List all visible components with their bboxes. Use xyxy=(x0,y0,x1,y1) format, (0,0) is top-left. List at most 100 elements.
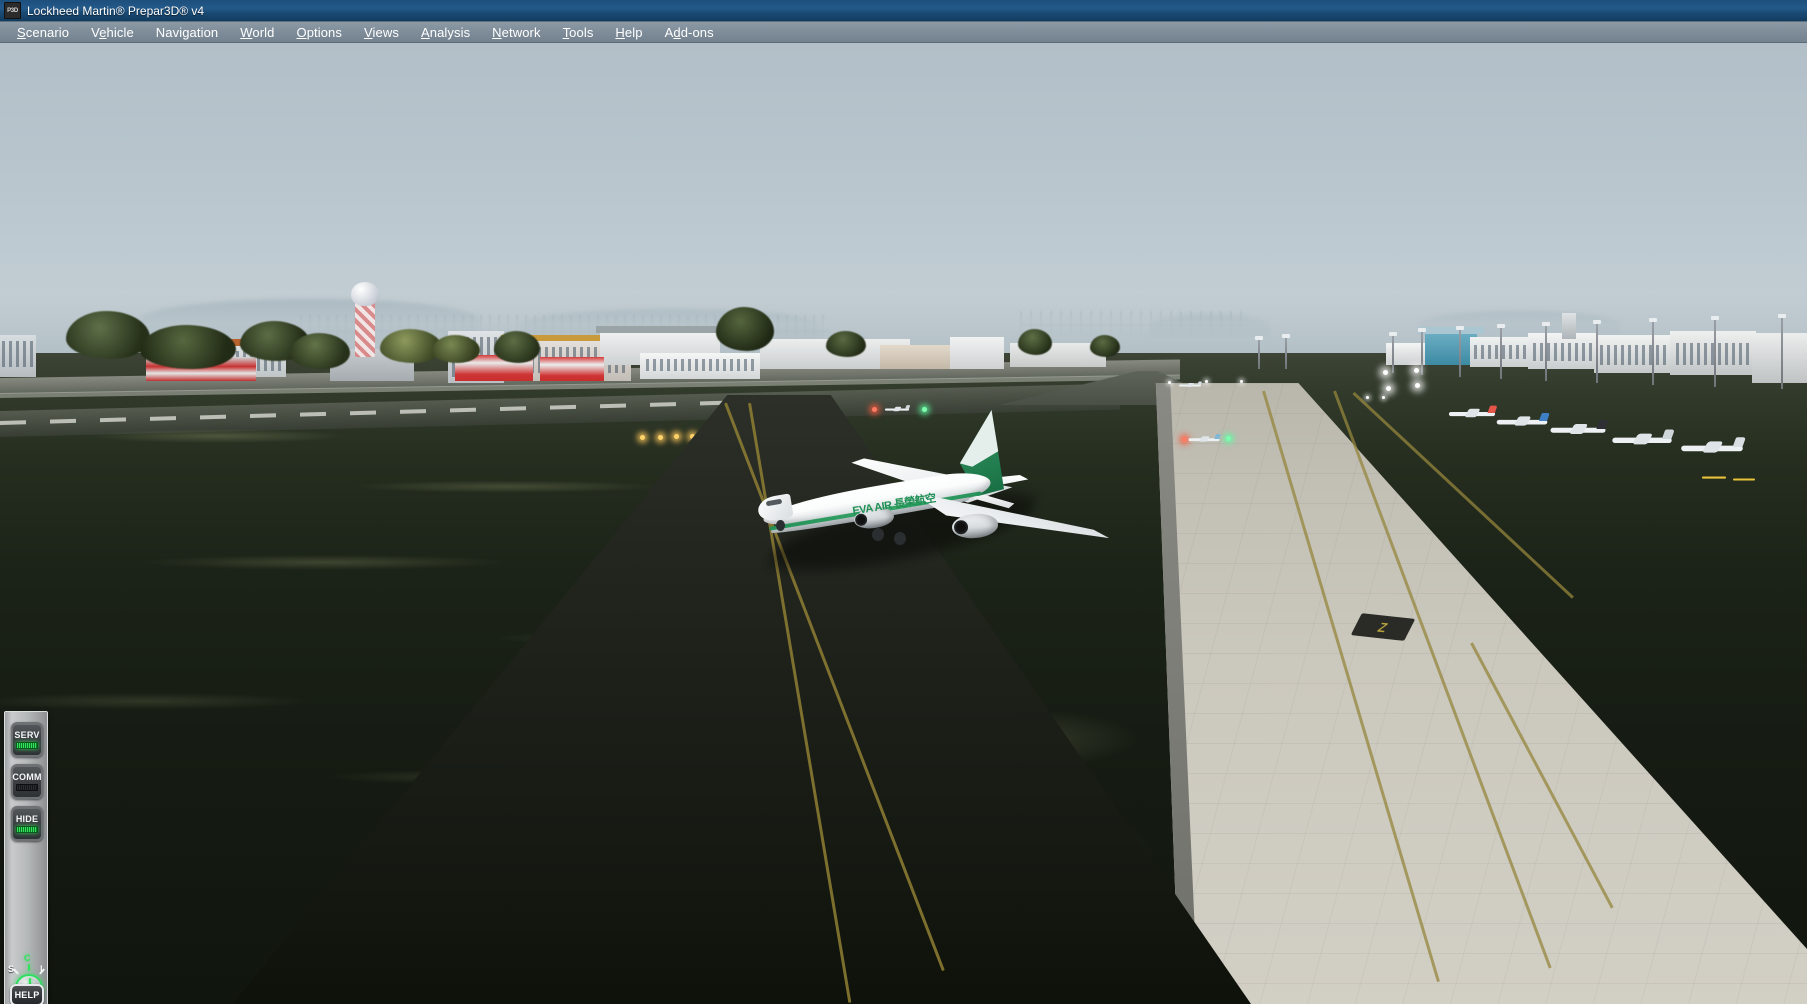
runway-light xyxy=(1205,380,1208,383)
apron-light-pole xyxy=(1456,326,1464,377)
window-title: Lockheed Martin® Prepar3D® v4 xyxy=(27,3,205,18)
runway-light xyxy=(1168,381,1171,384)
menu-item-navigation[interactable]: Navigation xyxy=(145,23,229,42)
building-windows xyxy=(1600,345,1668,365)
taxiway-light xyxy=(1366,396,1369,399)
apron-light-pole xyxy=(1255,336,1263,369)
prepar3d-window: P3D Lockheed Martin® Prepar3D® v4 Scenar… xyxy=(0,0,1807,1004)
help-button[interactable]: HELP xyxy=(10,984,44,1004)
taxiway-edge-light xyxy=(674,434,679,439)
comm-button-label: COMM xyxy=(12,771,42,782)
parked-aircraft xyxy=(1188,434,1221,442)
building-windows xyxy=(646,359,754,371)
apron-light-pole xyxy=(1282,334,1290,369)
tree xyxy=(140,325,236,369)
menu-item-scenario[interactable]: Scenario xyxy=(6,23,80,42)
simulator-viewport[interactable]: Z EVA AIR 長榮航空 SERV COMM HIDE S C HELP xyxy=(0,43,1807,1004)
parked-aircraft xyxy=(1550,420,1609,434)
city-building xyxy=(950,337,1004,369)
red-terminal-building xyxy=(540,357,604,381)
apron-floodlight xyxy=(1415,383,1420,388)
apron-floodlight xyxy=(1383,370,1388,375)
comm-button[interactable]: COMM xyxy=(11,764,43,799)
building-windows xyxy=(1533,343,1593,361)
menu-item-tools[interactable]: Tools xyxy=(552,23,605,42)
aircraft-beacon-light xyxy=(1182,437,1187,442)
serv-status-led xyxy=(16,741,38,749)
terminal-concourse xyxy=(1752,333,1807,383)
apron-light-pole xyxy=(1418,328,1426,375)
ground-vehicle xyxy=(1701,475,1727,479)
taxiway-light xyxy=(1382,396,1385,399)
building-windows xyxy=(2,341,34,367)
user-aircraft: EVA AIR 長榮航空 xyxy=(756,408,1070,586)
building-windows xyxy=(1676,343,1750,365)
runway-light xyxy=(1240,380,1243,383)
aircraft-wing xyxy=(1513,416,1531,426)
tree xyxy=(1090,335,1120,357)
control-tower xyxy=(1562,313,1576,339)
tree xyxy=(1018,329,1052,355)
tree xyxy=(716,307,774,351)
aircraft-main-gear xyxy=(872,528,884,541)
tree xyxy=(66,311,150,359)
aircraft-wing xyxy=(1568,424,1588,434)
menu-item-analysis[interactable]: Analysis xyxy=(410,23,481,42)
selector-label-c: C xyxy=(24,953,31,963)
hide-button[interactable]: HIDE xyxy=(11,806,43,841)
aircraft-wing xyxy=(1701,441,1723,453)
apron-light-pole xyxy=(1778,314,1786,389)
vehicle-body xyxy=(1701,476,1727,479)
vehicle-body xyxy=(1733,478,1755,481)
menu-item-views[interactable]: Views xyxy=(353,23,410,42)
apron-floodlight xyxy=(1414,368,1419,373)
aircraft-wing xyxy=(1631,433,1652,445)
menu-item-options[interactable]: Options xyxy=(285,23,353,42)
aircraft-wing xyxy=(1464,408,1480,418)
aircraft-nav-light xyxy=(1226,436,1231,441)
taxiway-edge-light xyxy=(640,435,645,440)
parked-aircraft xyxy=(1681,437,1746,453)
serv-button-label: SERV xyxy=(14,729,40,740)
hangar-roof xyxy=(596,326,724,333)
parked-aircraft xyxy=(1448,405,1498,418)
menu-item-add-ons[interactable]: Add-ons xyxy=(654,23,725,42)
app-icon: P3D xyxy=(4,2,21,19)
city-building xyxy=(880,345,950,369)
terminal-roof xyxy=(1418,327,1484,334)
apron-light-pole xyxy=(1497,324,1505,379)
aircraft-nose-gear xyxy=(776,520,785,531)
parked-aircraft xyxy=(1612,429,1675,445)
tree xyxy=(826,331,866,357)
apron-light-pole xyxy=(1593,320,1601,383)
apron-light-pole xyxy=(1389,332,1397,373)
gsx-control-panel[interactable]: SERV COMM HIDE S C I HELP ABOUT xyxy=(4,711,48,1004)
menu-bar: Scenario Vehicle Navigation World Options Vie… xyxy=(0,21,1807,43)
ground-vehicle xyxy=(1733,477,1755,481)
parked-aircraft xyxy=(1179,381,1203,387)
tree xyxy=(432,335,480,363)
menu-item-vehicle[interactable]: Vehicle xyxy=(80,23,145,42)
tree xyxy=(290,333,350,369)
aircraft-wing xyxy=(1198,436,1210,442)
menu-item-help[interactable]: Help xyxy=(604,23,653,42)
hide-button-label: HIDE xyxy=(15,813,39,824)
apron-light-pole xyxy=(1542,322,1550,381)
hide-status-led xyxy=(16,825,38,833)
menu-item-world[interactable]: World xyxy=(229,23,285,42)
serv-button[interactable]: SERV xyxy=(11,722,43,757)
selector-tick-c xyxy=(28,964,30,971)
tree xyxy=(494,331,540,363)
radar-dome xyxy=(351,282,379,306)
aircraft-wing xyxy=(1186,383,1194,387)
parked-aircraft xyxy=(1496,412,1550,426)
title-bar: P3D Lockheed Martin® Prepar3D® v4 xyxy=(0,0,1807,21)
apron-floodlight xyxy=(1386,386,1391,391)
apron-light-pole xyxy=(1649,318,1657,385)
comm-status-led xyxy=(16,783,38,791)
menu-item-network[interactable]: Network xyxy=(481,23,551,42)
apron-light-pole xyxy=(1711,316,1719,387)
radar-tower xyxy=(355,299,375,357)
taxiway-edge-light xyxy=(658,435,663,440)
aircraft-main-gear xyxy=(894,532,906,545)
